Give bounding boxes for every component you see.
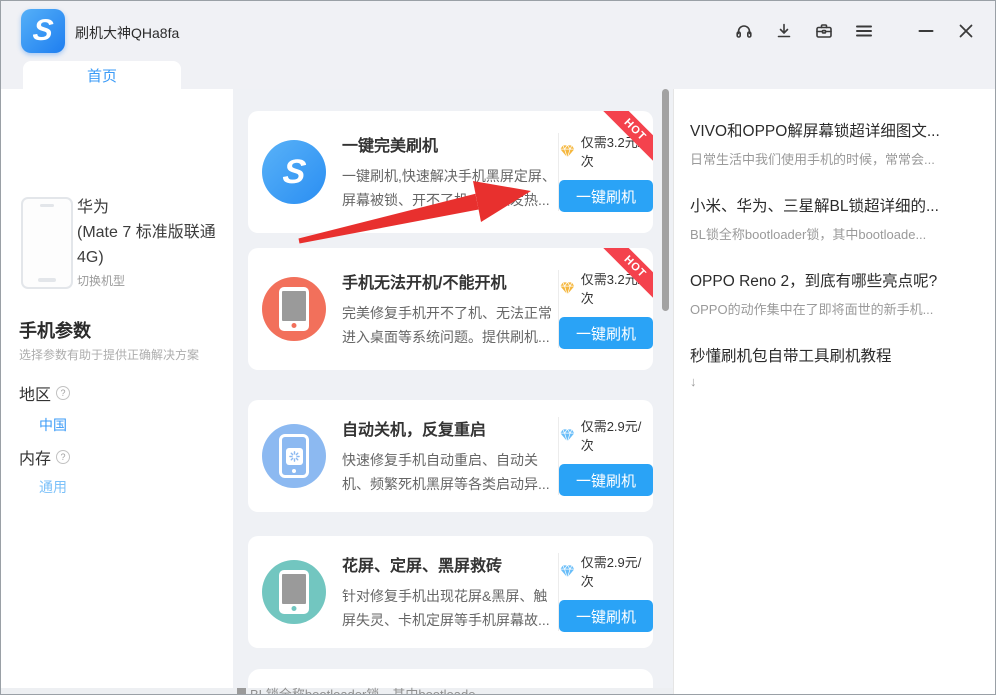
article-title[interactable]: VIVO和OPPO解屏幕锁超详细图文... <box>690 119 981 141</box>
sidebar: 华为 (Mate 7 标准版联通4G) 切换机型 手机参数 选择参数有助于提供正… <box>1 89 233 694</box>
spinner-icon <box>289 451 300 462</box>
service-list: S 一键完美刷机 一键刷机,快速解决手机黑屏定屏、屏幕被锁、开不了机、卡顿发热.… <box>233 89 673 694</box>
download-button[interactable] <box>771 18 797 44</box>
price-text: 仅需2.9元/次 <box>581 416 653 454</box>
download-icon <box>774 21 794 41</box>
phone-wont-boot-icon <box>262 277 326 341</box>
headset-icon <box>734 21 754 41</box>
card-title: 一键完美刷机 <box>342 132 558 156</box>
switch-model-link[interactable]: 切换机型 <box>77 272 125 289</box>
article-item[interactable]: VIVO和OPPO解屏幕锁超详细图文... 日常生活中我们使用手机的时候，常常会… <box>690 119 981 168</box>
article-item[interactable]: OPPO Reno 2，到底有哪些亮点呢? OPPO的动作集中在了即将面世的新手… <box>690 269 981 318</box>
card-title: 手机无法开机/不能开机 <box>342 269 558 293</box>
card-description: 快速修复手机自动重启、自动关机、频繁死机黑屏等各类启动异... <box>342 448 558 496</box>
tab-home[interactable]: 首页 <box>23 61 181 89</box>
diamond-icon <box>559 144 576 159</box>
close-icon <box>956 21 976 41</box>
menu-icon <box>854 21 874 41</box>
region-value[interactable]: 中国 <box>39 415 67 435</box>
customer-service-button[interactable] <box>731 18 757 44</box>
price-row: 仅需2.9元/次 <box>559 552 653 590</box>
flash-logo-icon: S <box>262 140 326 204</box>
article-subtitle: 日常生活中我们使用手机的时候，常常会... <box>690 149 981 168</box>
clipped-list-icon <box>237 688 246 695</box>
service-card-auto-restart: 自动关机，反复重启 快速修复手机自动重启、自动关机、频繁死机黑屏等各类启动异..… <box>248 400 653 512</box>
memory-help-icon[interactable]: ? <box>56 450 70 464</box>
news-panel: VIVO和OPPO解屏幕锁超详细图文... 日常生活中我们使用手机的时候，常常会… <box>673 89 995 694</box>
card-title: 自动关机，反复重启 <box>342 416 558 440</box>
price-row: 仅需2.9元/次 <box>559 416 653 454</box>
clipped-bottom-text: BL锁全称bootloader锁，其中bootloade... <box>250 684 486 695</box>
card-description: 针对修复手机出现花屏&黑屏、触屏失灵、卡机定屏等手机屏幕故... <box>342 584 558 632</box>
main-menu-button[interactable] <box>851 18 877 44</box>
minimize-button[interactable] <box>913 18 939 44</box>
service-card-perfect-flash: S 一键完美刷机 一键刷机,快速解决手机黑屏定屏、屏幕被锁、开不了机、卡顿发热.… <box>248 111 653 233</box>
phone-params-title: 手机参数 <box>19 317 91 343</box>
article-subtitle: ↓ <box>690 374 981 389</box>
price-text: 仅需2.9元/次 <box>581 552 653 590</box>
article-title[interactable]: 小米、华为、三星解BL锁超详细的... <box>690 194 981 216</box>
article-item[interactable]: 秒懂刷机包自带工具刷机教程 ↓ <box>690 344 981 389</box>
app-window: S 刷机大神QHa8fa <box>0 0 996 695</box>
app-logo-icon: S <box>21 9 65 53</box>
titlebar-buttons <box>731 1 979 61</box>
diamond-icon <box>559 428 576 443</box>
article-item[interactable]: 小米、华为、三星解BL锁超详细的... BL锁全称bootloader锁，其中b… <box>690 194 981 243</box>
toolbox-button[interactable] <box>811 18 837 44</box>
close-button[interactable] <box>953 18 979 44</box>
article-title[interactable]: 秒懂刷机包自带工具刷机教程 <box>690 344 981 366</box>
card-description: 完美修复手机开不了机、无法正常进入桌面等系统问题。提供刷机... <box>342 301 558 349</box>
diamond-icon <box>559 281 576 296</box>
device-brand: 华为 <box>77 195 229 220</box>
minimize-icon <box>916 21 936 41</box>
device-model: (Mate 7 标准版联通4G) <box>77 220 229 270</box>
phone-params-subtitle: 选择参数有助于提供正确解决方案 <box>19 346 224 363</box>
vertical-scrollbar[interactable] <box>662 89 669 311</box>
diamond-icon <box>559 564 576 579</box>
hot-badge: HOT <box>597 111 653 167</box>
device-phone-image <box>21 197 73 289</box>
memory-label: 内存 ? <box>19 445 70 469</box>
memory-value[interactable]: 通用 <box>39 477 67 497</box>
phone-restart-icon <box>262 424 326 488</box>
card-title: 花屏、定屏、黑屏救砖 <box>342 552 558 576</box>
article-subtitle: OPPO的动作集中在了即将面世的新手机... <box>690 299 981 318</box>
service-card-screen-brick: 花屏、定屏、黑屏救砖 针对修复手机出现花屏&黑屏、触屏失灵、卡机定屏等手机屏幕故… <box>248 536 653 648</box>
article-title[interactable]: OPPO Reno 2，到底有哪些亮点呢? <box>690 269 981 291</box>
one-key-flash-button[interactable]: 一键刷机 <box>559 317 653 349</box>
hot-badge: HOT <box>597 248 653 304</box>
toolbox-icon <box>814 21 834 41</box>
one-key-flash-button[interactable]: 一键刷机 <box>559 464 653 496</box>
title-bar: S 刷机大神QHa8fa <box>1 1 995 61</box>
region-label: 地区 ? <box>19 381 70 405</box>
one-key-flash-button[interactable]: 一键刷机 <box>559 180 653 212</box>
phone-screen-fix-icon <box>262 560 326 624</box>
article-subtitle: BL锁全称bootloader锁，其中bootloade... <box>690 224 981 243</box>
service-card-wont-boot: 手机无法开机/不能开机 完美修复手机开不了机、无法正常进入桌面等系统问题。提供刷… <box>248 248 653 370</box>
card-description: 一键刷机,快速解决手机黑屏定屏、屏幕被锁、开不了机、卡顿发热... <box>342 164 558 212</box>
tab-bar: 首页 <box>1 61 995 89</box>
region-help-icon[interactable]: ? <box>56 386 70 400</box>
app-title: 刷机大神QHa8fa <box>75 23 179 43</box>
one-key-flash-button[interactable]: 一键刷机 <box>559 600 653 632</box>
